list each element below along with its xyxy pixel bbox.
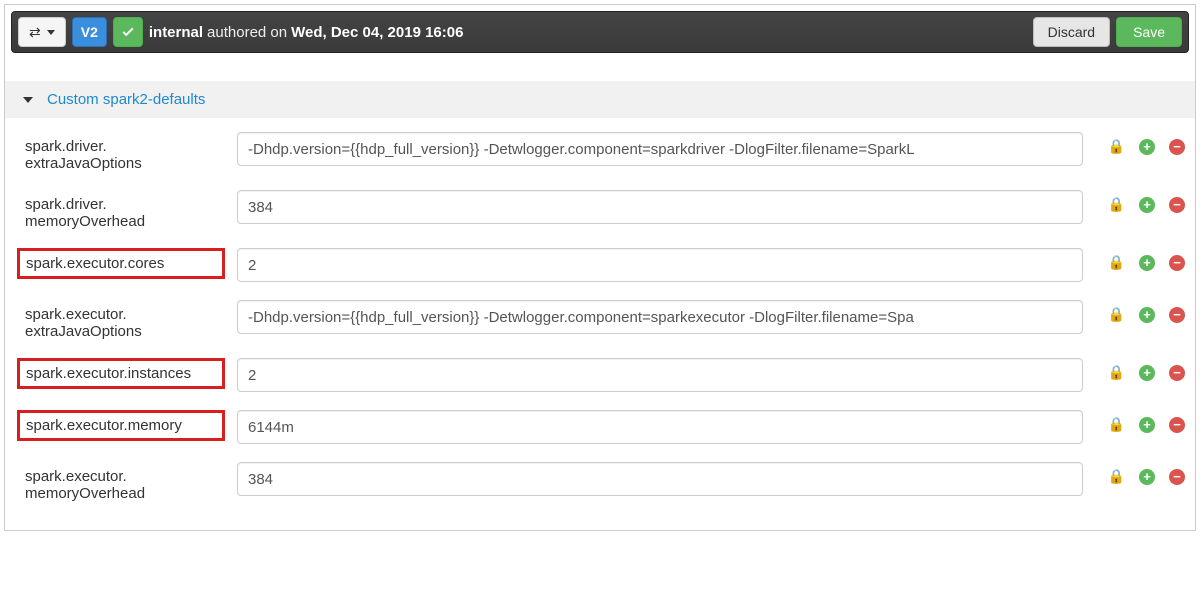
remove-icon[interactable]: − xyxy=(1169,365,1185,381)
property-label: spark.driver. memoryOverhead xyxy=(25,190,225,230)
discard-button[interactable]: Discard xyxy=(1033,17,1110,47)
property-row: spark.driver. extraJavaOptions 🔒 +− xyxy=(25,132,1185,172)
property-value-input[interactable] xyxy=(237,410,1083,444)
save-button[interactable]: Save xyxy=(1116,17,1182,47)
property-value-input[interactable] xyxy=(237,300,1083,334)
property-value-input[interactable] xyxy=(237,190,1083,224)
row-actions: 🔒 +− xyxy=(1095,190,1185,213)
add-icon[interactable]: + xyxy=(1139,197,1155,213)
author-name: internal xyxy=(149,24,203,41)
remove-icon[interactable]: − xyxy=(1169,255,1185,271)
add-icon[interactable]: + xyxy=(1139,417,1155,433)
property-label: spark.executor.cores xyxy=(17,248,225,279)
row-actions: 🔒 +− xyxy=(1095,300,1185,323)
properties-list: spark.driver. extraJavaOptions🔒+−spark.d… xyxy=(5,118,1195,530)
property-label: spark.driver. extraJavaOptions xyxy=(25,132,225,172)
property-value-input[interactable] xyxy=(237,358,1083,392)
property-label: spark.executor. memoryOverhead xyxy=(25,462,225,502)
add-icon[interactable]: + xyxy=(1139,255,1155,271)
lock-icon[interactable]: 🔒 xyxy=(1108,416,1125,433)
version-meta: internal authored on Wed, Dec 04, 2019 1… xyxy=(149,24,464,41)
property-value-input[interactable] xyxy=(237,132,1083,166)
row-actions: 🔒 +− xyxy=(1095,462,1185,485)
remove-icon[interactable]: − xyxy=(1169,307,1185,323)
remove-icon[interactable]: − xyxy=(1169,197,1185,213)
property-label: spark.executor.memory xyxy=(17,410,225,441)
row-actions: 🔒 +− xyxy=(1095,248,1185,271)
section-header[interactable]: Custom spark2-defaults xyxy=(5,81,1195,118)
lock-icon[interactable]: 🔒 xyxy=(1108,306,1125,323)
remove-icon[interactable]: − xyxy=(1169,469,1185,485)
property-value-input[interactable] xyxy=(237,248,1083,282)
add-icon[interactable]: + xyxy=(1139,139,1155,155)
property-value-input[interactable] xyxy=(237,462,1083,496)
compare-versions-button[interactable]: ⇄ xyxy=(18,17,66,47)
row-actions: 🔒 +− xyxy=(1095,410,1185,433)
authored-date: Wed, Dec 04, 2019 16:06 xyxy=(291,24,463,41)
row-actions: 🔒 +− xyxy=(1095,358,1185,381)
property-label: spark.executor. extraJavaOptions xyxy=(25,300,225,340)
shuffle-icon: ⇄ xyxy=(29,24,41,41)
lock-icon[interactable]: 🔒 xyxy=(1108,138,1125,155)
add-icon[interactable]: + xyxy=(1139,365,1155,381)
property-row: spark.executor. extraJavaOptions 🔒 +− xyxy=(25,300,1185,340)
config-version-bar: ⇄ V2 internal authored on Wed, Dec 04, 2… xyxy=(11,11,1189,53)
property-row: spark.driver. memoryOverhead 🔒 +− xyxy=(25,190,1185,230)
authored-word: authored on xyxy=(207,24,287,41)
caret-down-icon xyxy=(23,97,33,103)
version-badge: V2 xyxy=(72,17,107,47)
section-title: Custom spark2-defaults xyxy=(47,91,205,108)
lock-icon[interactable]: 🔒 xyxy=(1108,254,1125,271)
property-row: spark.executor.instances🔒+− xyxy=(25,358,1185,392)
remove-icon[interactable]: − xyxy=(1169,417,1185,433)
caret-down-icon xyxy=(47,30,55,35)
add-icon[interactable]: + xyxy=(1139,307,1155,323)
lock-icon[interactable]: 🔒 xyxy=(1108,196,1125,213)
lock-icon[interactable]: 🔒 xyxy=(1108,364,1125,381)
remove-icon[interactable]: − xyxy=(1169,139,1185,155)
property-row: spark.executor.memory🔒+− xyxy=(25,410,1185,444)
property-label: spark.executor.instances xyxy=(17,358,225,389)
row-actions: 🔒 +− xyxy=(1095,132,1185,155)
current-version-check xyxy=(113,17,143,47)
property-row: spark.executor.cores🔒+− xyxy=(25,248,1185,282)
property-row: spark.executor. memoryOverhead 🔒 +− xyxy=(25,462,1185,502)
lock-icon[interactable]: 🔒 xyxy=(1108,468,1125,485)
check-icon xyxy=(120,24,136,40)
add-icon[interactable]: + xyxy=(1139,469,1155,485)
